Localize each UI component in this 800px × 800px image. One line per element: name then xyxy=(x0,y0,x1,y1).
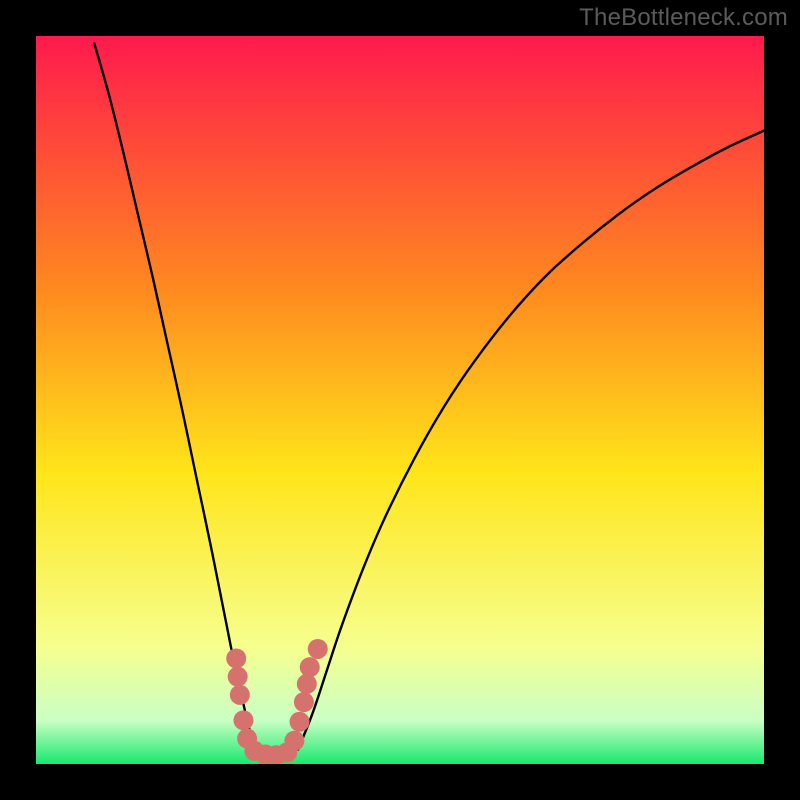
marker-dot xyxy=(294,692,314,712)
marker-dot xyxy=(297,674,317,694)
plot-area xyxy=(36,36,764,764)
marker-dot xyxy=(228,667,248,687)
marker-dot xyxy=(308,639,328,659)
marker-dot xyxy=(300,657,320,677)
marker-dot xyxy=(290,712,310,732)
marker-dot xyxy=(226,648,246,668)
watermark-text: TheBottleneck.com xyxy=(579,4,788,32)
marker-dot xyxy=(284,731,304,751)
figure-canvas: TheBottleneck.com xyxy=(0,0,800,800)
marker-dots xyxy=(36,36,764,764)
marker-dot xyxy=(233,710,253,730)
marker-dot xyxy=(230,685,250,705)
